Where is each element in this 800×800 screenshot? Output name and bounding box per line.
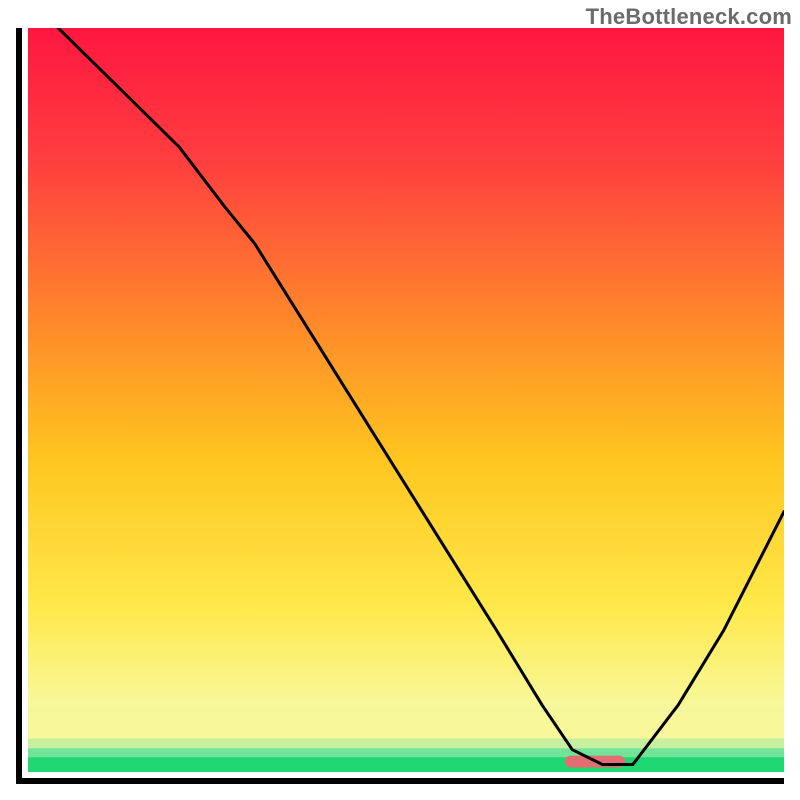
watermark-text: TheBottleneck.com [586,4,792,30]
chart-container: TheBottleneck.com [0,0,800,800]
bottleneck-curve [58,28,784,765]
plot-area [16,28,784,784]
curve-layer [28,28,784,772]
